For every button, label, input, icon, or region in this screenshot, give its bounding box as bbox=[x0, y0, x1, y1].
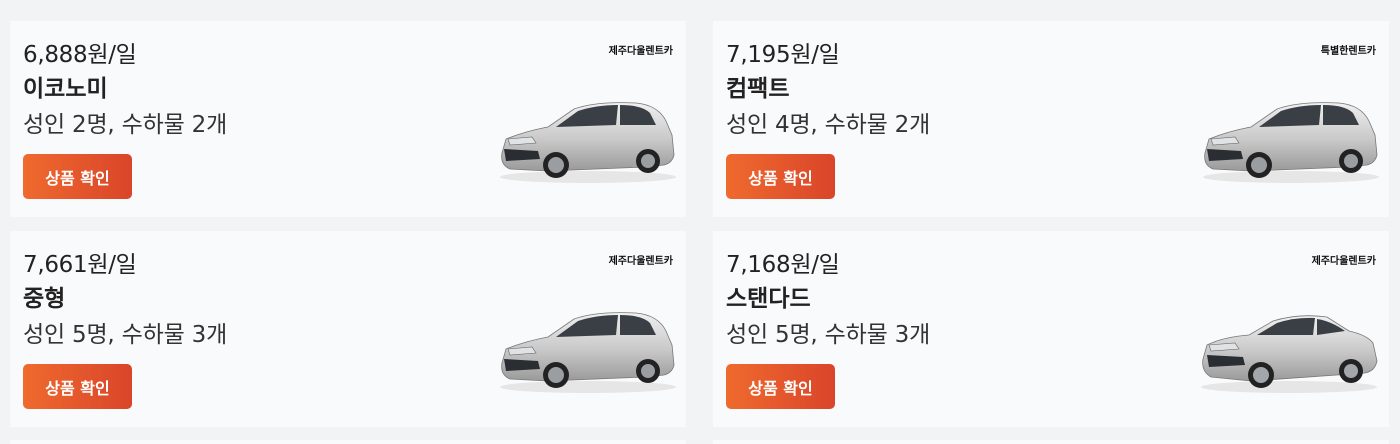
rental-car-list: 6,888원/일 이코노미 성인 2명, 수하물 2개 상품 확인 제주다울렌트… bbox=[0, 0, 1400, 444]
car-card-partial bbox=[713, 440, 1389, 444]
vendor-name: 제주다울렌트카 bbox=[608, 46, 673, 57]
car-class-name: 컴팩트 bbox=[726, 76, 790, 102]
car-card-partial bbox=[10, 440, 686, 444]
view-product-button[interactable]: 상품 확인 bbox=[23, 154, 132, 199]
price-per-day: 7,168원/일 bbox=[726, 252, 840, 278]
sedan-car-image bbox=[1200, 315, 1378, 394]
capacity-info: 성인 5명, 수하물 3개 bbox=[726, 322, 931, 348]
vendor-name: 특별한렌트카 bbox=[1320, 46, 1376, 57]
capacity-info: 성인 4명, 수하물 2개 bbox=[726, 112, 931, 138]
hatchback-car-image bbox=[1202, 102, 1379, 184]
capacity-info: 성인 2명, 수하물 2개 bbox=[23, 112, 228, 138]
car-class-name: 중형 bbox=[23, 286, 66, 312]
view-product-button[interactable]: 상품 확인 bbox=[726, 154, 835, 199]
vendor-name: 제주다울렌트카 bbox=[1311, 256, 1376, 267]
car-card-midsize[interactable]: 7,661원/일 중형 성인 5명, 수하물 3개 상품 확인 제주다울렌트카 bbox=[10, 231, 686, 427]
view-product-button[interactable]: 상품 확인 bbox=[23, 364, 132, 409]
price-per-day: 7,661원/일 bbox=[23, 252, 137, 278]
price-per-day: 7,195원/일 bbox=[726, 42, 840, 68]
hatchback-car-image bbox=[499, 102, 676, 184]
view-product-button[interactable]: 상품 확인 bbox=[726, 364, 835, 409]
car-class-name: 스탠다드 bbox=[726, 286, 811, 312]
car-card-economy[interactable]: 6,888원/일 이코노미 성인 2명, 수하물 2개 상품 확인 제주다울렌트… bbox=[10, 21, 686, 217]
vendor-name: 제주다울렌트카 bbox=[608, 256, 673, 267]
car-card-compact[interactable]: 7,195원/일 컴팩트 성인 4명, 수하물 2개 상품 확인 특별한렌트카 bbox=[713, 21, 1389, 217]
hatchback-car-image bbox=[499, 312, 676, 394]
capacity-info: 성인 5명, 수하물 3개 bbox=[23, 322, 228, 348]
car-class-name: 이코노미 bbox=[23, 76, 108, 102]
car-card-standard[interactable]: 7,168원/일 스탠다드 성인 5명, 수하물 3개 상품 확인 제주다울렌트… bbox=[713, 231, 1389, 427]
price-per-day: 6,888원/일 bbox=[23, 42, 137, 68]
